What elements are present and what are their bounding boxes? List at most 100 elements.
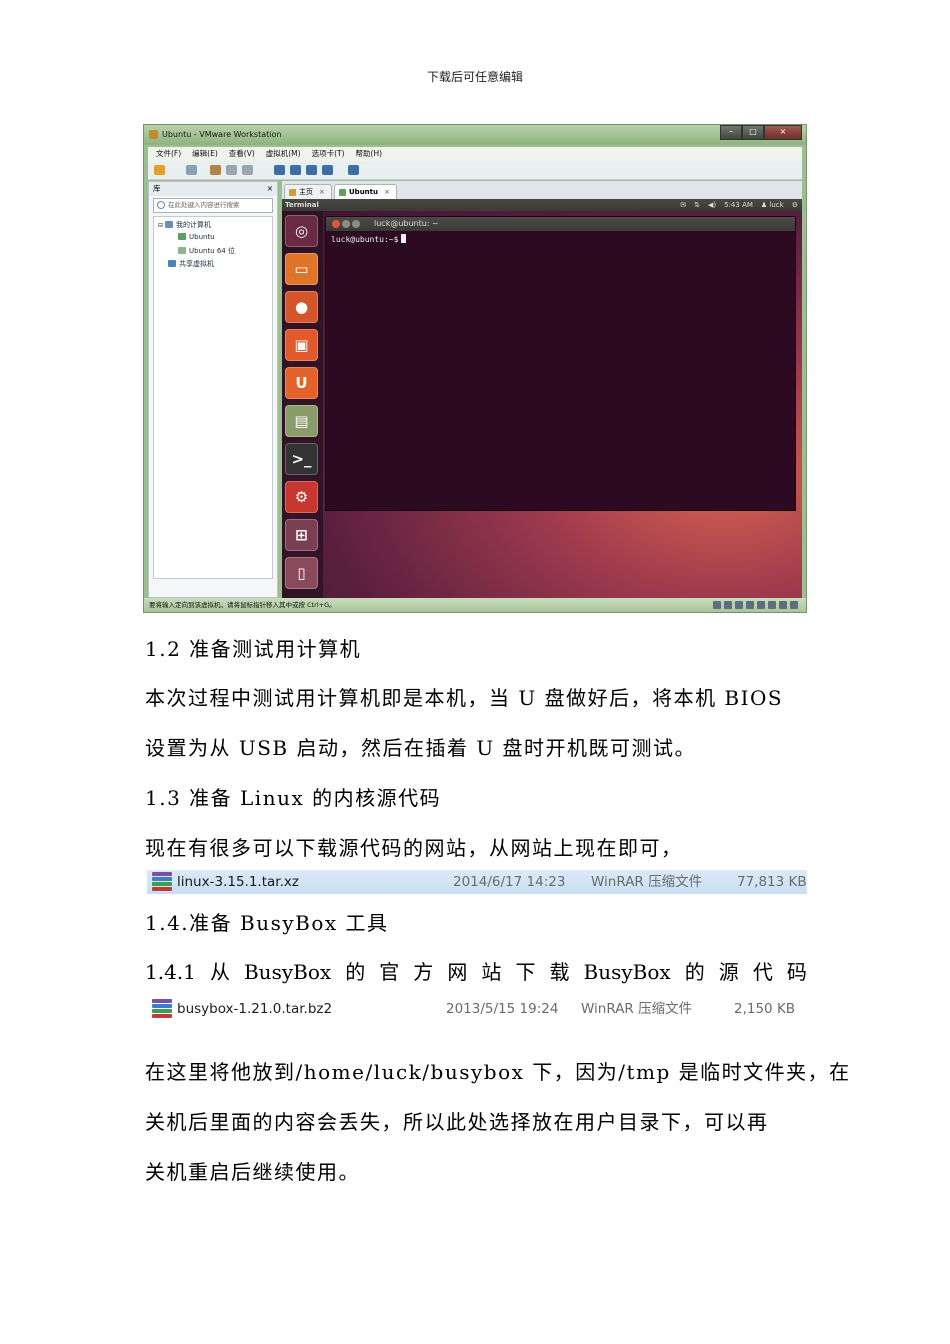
close-button[interactable]: × bbox=[764, 125, 802, 140]
sound-icon[interactable] bbox=[768, 601, 776, 609]
vm-window-title: Ubuntu - VMware Workstation bbox=[162, 130, 282, 139]
revert-icon[interactable] bbox=[226, 165, 237, 175]
closing-text-line2: 关机后里面的内容会丢失，所以此处选择放在用户目录下，可以再 bbox=[145, 1110, 769, 1134]
library-search-input[interactable]: 在此处键入内容进行搜索 bbox=[153, 198, 273, 213]
volume-icon[interactable]: ◀) bbox=[708, 199, 716, 211]
mail-icon[interactable]: ✉ bbox=[680, 199, 686, 211]
tree-item-ubuntu[interactable]: Ubuntu bbox=[178, 233, 215, 241]
library-header: 库 × bbox=[149, 182, 277, 196]
ubuntu-one-icon[interactable]: U bbox=[285, 367, 318, 399]
user-menu[interactable]: ♟ luck bbox=[761, 199, 784, 211]
computer-icon bbox=[165, 221, 174, 228]
menu-view[interactable]: 查看(V) bbox=[229, 147, 255, 161]
usb-icon[interactable] bbox=[757, 601, 765, 609]
menu-tabs[interactable]: 选项卡(T) bbox=[312, 147, 345, 161]
shared-vm-icon bbox=[168, 260, 176, 267]
file-row-busybox[interactable]: busybox-1.21.0.tar.bz2 2013/5/15 19:24 W… bbox=[147, 997, 807, 1021]
terminal-titlebar: luck@ubuntu: ~ bbox=[326, 217, 795, 231]
sidebar-toggle-icon[interactable] bbox=[274, 165, 285, 175]
tab-close-icon[interactable]: × bbox=[319, 188, 325, 196]
library-close-icon[interactable]: × bbox=[267, 182, 273, 196]
disk-utility-icon[interactable]: ▤ bbox=[285, 405, 318, 437]
ubuntu-top-panel: Terminal ✉ ⇅ ◀) 5:43 AM ♟ luck ⚙ bbox=[282, 199, 802, 211]
word: 方 bbox=[413, 960, 434, 984]
header-note: 下载后可任意编辑 bbox=[426, 70, 523, 84]
tab-home-label: 主页 bbox=[299, 188, 313, 196]
ubuntu-launcher: ◎ ▭ ● ▣ U ▤ >_ ⚙ ⊞ ▯ bbox=[282, 211, 323, 598]
vm-toolbar bbox=[148, 161, 802, 180]
firefox-icon[interactable]: ● bbox=[285, 291, 318, 323]
ubuntu-desktop[interactable]: Terminal ✉ ⇅ ◀) 5:43 AM ♟ luck ⚙ ◎ ▭ ● ▣… bbox=[282, 199, 802, 598]
word: 载 bbox=[549, 960, 570, 984]
network-icon[interactable]: ⇅ bbox=[694, 199, 700, 211]
section-1-2-heading: 1.2 准备测试用计算机 bbox=[145, 637, 362, 661]
dash-icon[interactable]: ◎ bbox=[285, 215, 318, 247]
file-name: busybox-1.21.0.tar.bz2 bbox=[177, 1001, 333, 1017]
network-adapter-icon[interactable] bbox=[746, 601, 754, 609]
system-settings-icon[interactable]: ⚙ bbox=[285, 481, 318, 513]
menu-help[interactable]: 帮助(H) bbox=[356, 147, 383, 161]
menu-vm[interactable]: 虚拟机(M) bbox=[266, 147, 301, 161]
vm-icon bbox=[178, 247, 186, 254]
power-icon[interactable] bbox=[154, 165, 165, 175]
word: 1.4.1 bbox=[145, 960, 196, 984]
word: BusyBox bbox=[243, 960, 332, 984]
snapshot-manager-icon[interactable] bbox=[242, 165, 253, 175]
clock[interactable]: 5:43 AM bbox=[724, 199, 753, 211]
minimize-button[interactable]: – bbox=[720, 125, 742, 140]
terminal-window[interactable]: luck@ubuntu: ~ luck@ubuntu:~$ bbox=[325, 216, 796, 511]
word: 代 bbox=[752, 960, 773, 984]
trash-icon[interactable]: ▯ bbox=[285, 557, 318, 589]
word: 下 bbox=[515, 960, 536, 984]
software-center-icon[interactable]: ▣ bbox=[285, 329, 318, 361]
menu-file[interactable]: 文件(F) bbox=[156, 147, 181, 161]
vm-statusbar: 要将输入定向到该虚拟机，请将鼠标指针移入其中或按 Ctrl+G。 bbox=[144, 598, 806, 612]
files-icon[interactable]: ▭ bbox=[285, 253, 318, 285]
fullscreen-icon[interactable] bbox=[306, 165, 317, 175]
hdd-icon[interactable] bbox=[713, 601, 721, 609]
closing-text-line1: 在这里将他放到/home/luck/busybox 下，因为/tmp 是临时文件… bbox=[145, 1060, 851, 1084]
settings-gear-icon[interactable]: ⚙ bbox=[792, 199, 798, 211]
unity-icon[interactable] bbox=[322, 165, 333, 175]
word: 的 bbox=[345, 960, 366, 984]
tab-ubuntu-label: Ubuntu bbox=[349, 188, 378, 196]
tab-close-icon[interactable]: × bbox=[384, 188, 390, 196]
ubuntu-app-name: Terminal bbox=[285, 201, 319, 209]
message-icon[interactable] bbox=[790, 601, 798, 609]
tree-item-ubuntu-64[interactable]: Ubuntu 64 位 bbox=[178, 246, 235, 256]
console-view-icon[interactable] bbox=[290, 165, 301, 175]
status-text: 要将输入定向到该虚拟机，请将鼠标指针移入其中或按 Ctrl+G。 bbox=[149, 601, 336, 609]
workspace-switcher-icon[interactable]: ⊞ bbox=[285, 519, 318, 551]
search-icon bbox=[157, 201, 165, 209]
vm-main-area: 主页 × Ubuntu × Terminal ✉ ⇅ ◀) 5:43 AM ♟ lu… bbox=[282, 181, 802, 598]
snapshot-icon[interactable] bbox=[210, 165, 221, 175]
floppy-icon[interactable] bbox=[735, 601, 743, 609]
maximize-button[interactable]: □ bbox=[742, 125, 764, 140]
tree-item-shared[interactable]: 共享虚拟机 bbox=[168, 259, 214, 269]
file-date: 2014/6/17 14:23 bbox=[453, 874, 566, 890]
cdrom-icon[interactable] bbox=[724, 601, 732, 609]
terminal-minimize-icon[interactable] bbox=[342, 220, 350, 228]
tab-ubuntu[interactable]: Ubuntu × bbox=[334, 184, 397, 200]
word: 站 bbox=[481, 960, 502, 984]
file-row-linux[interactable]: linux-3.15.1.tar.xz 2014/6/17 14:23 WinR… bbox=[147, 870, 807, 894]
library-panel: 库 × 在此处键入内容进行搜索 ⊟ 我的计算机 Ubuntu Ubuntu 64 … bbox=[148, 181, 278, 598]
tab-home[interactable]: 主页 × bbox=[284, 184, 332, 200]
display-icon[interactable] bbox=[779, 601, 787, 609]
word: 的 bbox=[684, 960, 705, 984]
tree-label-my-computer: 我的计算机 bbox=[176, 221, 212, 229]
ubuntu-indicators: ✉ ⇅ ◀) 5:43 AM ♟ luck ⚙ bbox=[680, 199, 798, 211]
menu-edit[interactable]: 编辑(E) bbox=[192, 147, 218, 161]
tree-item-my-computer[interactable]: ⊟ 我的计算机 bbox=[158, 220, 211, 230]
tree-label-ubuntu-64: Ubuntu 64 位 bbox=[189, 247, 235, 255]
file-name: linux-3.15.1.tar.xz bbox=[177, 874, 299, 890]
tree-label-ubuntu: Ubuntu bbox=[189, 233, 215, 241]
view-mode-icon[interactable] bbox=[348, 165, 359, 175]
send-keys-icon[interactable] bbox=[186, 165, 197, 175]
terminal-icon[interactable]: >_ bbox=[285, 443, 318, 475]
terminal-body[interactable]: luck@ubuntu:~$ bbox=[326, 231, 795, 247]
terminal-maximize-icon[interactable] bbox=[352, 220, 360, 228]
terminal-close-icon[interactable] bbox=[332, 220, 340, 228]
vm-tabs: 主页 × Ubuntu × bbox=[282, 181, 802, 200]
file-date: 2013/5/15 19:24 bbox=[446, 1001, 559, 1017]
